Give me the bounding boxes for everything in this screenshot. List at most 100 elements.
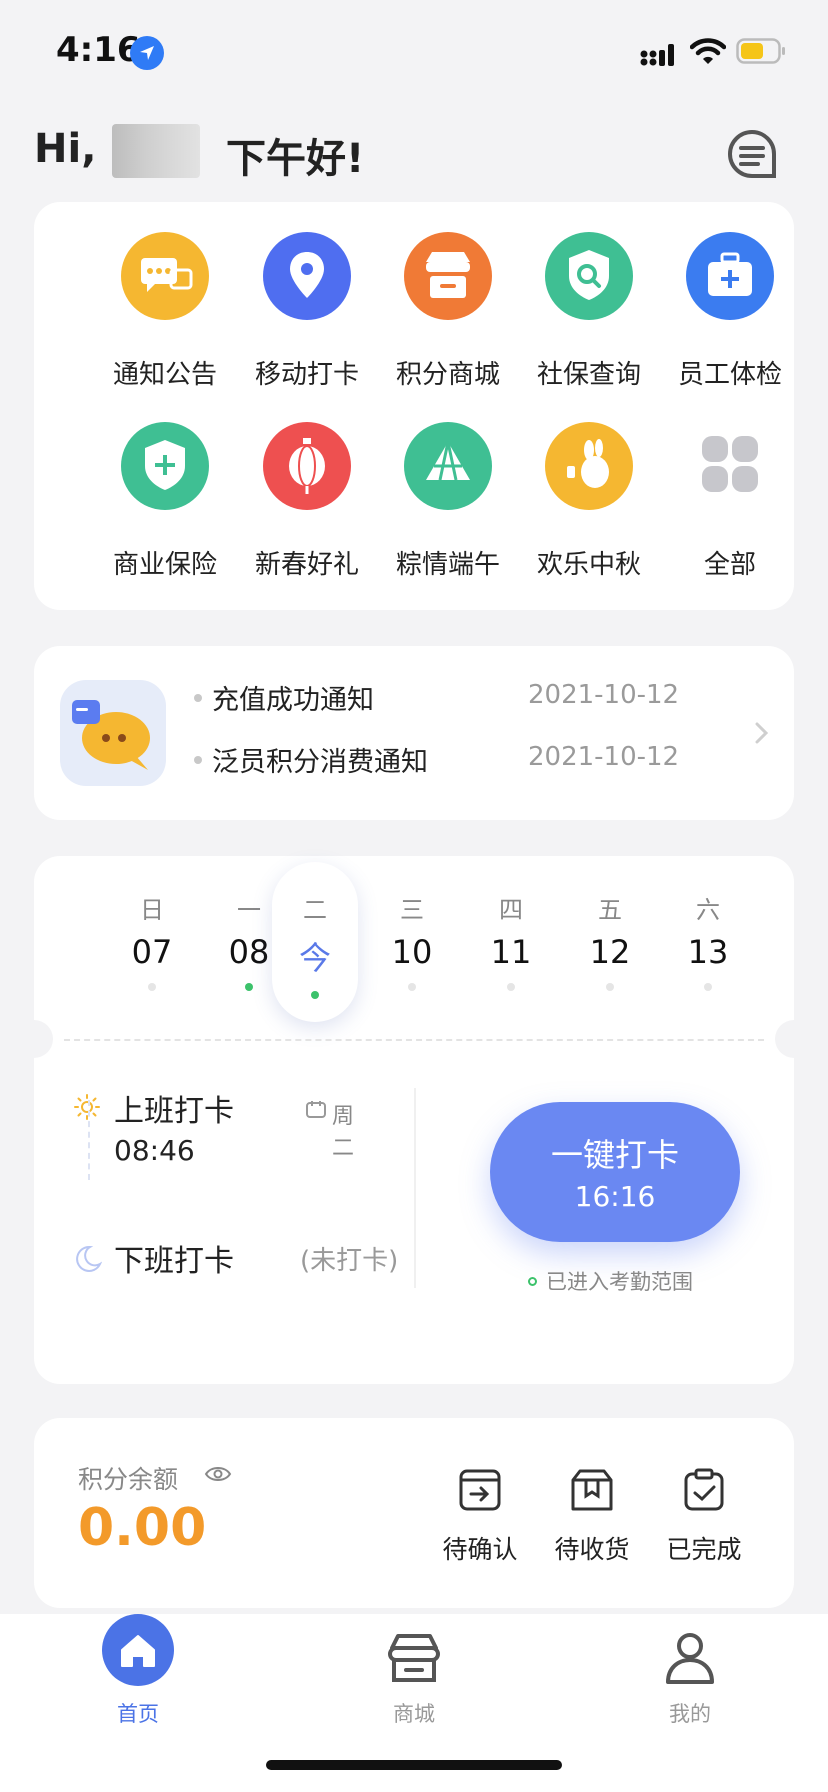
rabbit-icon bbox=[545, 422, 633, 510]
day-number: 13 bbox=[687, 933, 729, 971]
completed-icon bbox=[684, 1468, 724, 1511]
order-label: 待收货 bbox=[554, 1535, 630, 1564]
battery-icon bbox=[736, 38, 785, 64]
day-number: 12 bbox=[589, 933, 631, 971]
medical-kit-icon bbox=[686, 232, 774, 320]
day-tue-today[interactable]: 二 今 bbox=[272, 862, 358, 1022]
service-label: 全部 bbox=[703, 550, 756, 580]
shield-search-icon bbox=[545, 232, 633, 320]
service-label: 移动打卡 bbox=[254, 360, 359, 390]
status-dot bbox=[704, 983, 712, 991]
service-social-security[interactable]: 社保查询 bbox=[513, 232, 665, 402]
clock-in-record: 上班打卡 08:46 周二 bbox=[74, 1086, 374, 1186]
order-completed[interactable]: 已完成 bbox=[654, 1468, 754, 1578]
pending-confirm-icon bbox=[459, 1469, 501, 1511]
service-dragon-boat[interactable]: 粽情端午 bbox=[372, 422, 524, 592]
day-sat[interactable]: 六 13 bbox=[666, 880, 750, 1010]
clock-out-label: 下班打卡 bbox=[114, 1244, 234, 1279]
ticket-notch-right bbox=[775, 1020, 813, 1058]
service-points-mall[interactable]: 积分商城 bbox=[372, 232, 524, 402]
day-name: 五 bbox=[598, 896, 622, 924]
clock-out-status: (未打卡) bbox=[300, 1246, 399, 1276]
notice-title: 充值成功通知 bbox=[212, 685, 374, 716]
service-label: 新春好礼 bbox=[254, 550, 359, 580]
service-commercial-insurance[interactable]: 商业保险 bbox=[89, 422, 241, 592]
order-label: 待确认 bbox=[442, 1535, 518, 1564]
service-all[interactable]: 全部 bbox=[654, 422, 806, 592]
service-label: 员工体检 bbox=[677, 360, 782, 390]
notice-item[interactable]: 泛员积分消费通知 2021-10-12 bbox=[194, 740, 714, 780]
clock-in-time: 08:46 bbox=[114, 1134, 195, 1167]
chat-bubbles-icon bbox=[121, 232, 209, 320]
tab-label: 我的 bbox=[669, 1702, 711, 1726]
punch-time: 16:16 bbox=[574, 1180, 656, 1213]
ticket-notch-left bbox=[15, 1020, 53, 1058]
day-sun[interactable]: 日 07 bbox=[110, 880, 194, 1010]
sun-icon bbox=[74, 1094, 100, 1120]
status-dot bbox=[606, 983, 614, 991]
greeting-header: Hi, 下午好! bbox=[34, 124, 794, 184]
tab-home[interactable]: 首页 bbox=[68, 1614, 208, 1726]
day-name: 四 bbox=[499, 896, 523, 924]
message-list-icon[interactable] bbox=[726, 128, 778, 180]
notice-date: 2021-10-12 bbox=[528, 680, 680, 710]
location-pin-icon bbox=[263, 232, 351, 320]
bullet-dot bbox=[194, 756, 202, 764]
attendance-card: 日 07 一 08 二 今 三 10 四 11 五 12 六 13 上班打卡 0… bbox=[15, 856, 813, 1384]
one-tap-punch-button[interactable]: 一键打卡 16:16 bbox=[490, 1102, 740, 1242]
day-number: 今 bbox=[298, 939, 331, 977]
signal-icon bbox=[640, 44, 674, 66]
service-notice[interactable]: 通知公告 bbox=[89, 232, 241, 402]
service-spring-gift[interactable]: 新春好礼 bbox=[231, 422, 383, 592]
day-number: 10 bbox=[391, 933, 433, 971]
home-icon bbox=[102, 1614, 174, 1686]
chevron-right-icon[interactable] bbox=[752, 718, 772, 748]
store-icon bbox=[388, 1634, 440, 1682]
clock-out-record: 下班打卡 (未打卡) bbox=[74, 1236, 404, 1286]
day-thu[interactable]: 四 11 bbox=[469, 880, 553, 1010]
order-pending-receive[interactable]: 待收货 bbox=[542, 1468, 642, 1578]
notice-card[interactable]: 充值成功通知 2021-10-12 泛员积分消费通知 2021-10-12 bbox=[34, 646, 794, 820]
tab-mine[interactable]: 我的 bbox=[620, 1614, 760, 1726]
day-fri[interactable]: 五 12 bbox=[568, 880, 652, 1010]
service-label: 积分商城 bbox=[395, 360, 500, 390]
app-screen: 4:16 Hi, 下午好! 通知公告 移动打卡 积分商城 社保查询 员工体检 商… bbox=[0, 0, 828, 1792]
notice-title: 泛员积分消费通知 bbox=[212, 747, 428, 778]
service-mobile-checkin[interactable]: 移动打卡 bbox=[231, 232, 383, 402]
notice-date: 2021-10-12 bbox=[528, 742, 680, 772]
service-mid-autumn[interactable]: 欢乐中秋 bbox=[513, 422, 665, 592]
calendar-icon bbox=[306, 1101, 326, 1118]
location-arrow-icon bbox=[130, 36, 164, 70]
status-bar: 4:16 bbox=[0, 0, 828, 100]
moon-icon bbox=[76, 1245, 102, 1272]
pending-receive-icon bbox=[571, 1469, 613, 1511]
shield-plus-icon bbox=[121, 422, 209, 510]
eye-icon[interactable] bbox=[204, 1464, 232, 1484]
notice-chat-icon bbox=[60, 680, 166, 786]
bullet-dot bbox=[194, 694, 202, 702]
status-time: 4:16 bbox=[56, 30, 141, 70]
lantern-icon bbox=[263, 422, 351, 510]
status-dot bbox=[311, 991, 319, 999]
day-wed[interactable]: 三 10 bbox=[370, 880, 454, 1010]
service-health-check[interactable]: 员工体检 bbox=[654, 232, 806, 402]
range-text: 已进入考勤范围 bbox=[546, 1270, 693, 1294]
greeting-hi: Hi, bbox=[34, 126, 97, 172]
status-dot bbox=[408, 983, 416, 991]
day-name: 三 bbox=[400, 896, 424, 924]
day-number: 07 bbox=[131, 933, 173, 971]
order-label: 已完成 bbox=[666, 1535, 742, 1564]
punch-label: 一键打卡 bbox=[550, 1136, 679, 1174]
user-icon bbox=[666, 1633, 714, 1684]
service-grid: 通知公告 移动打卡 积分商城 社保查询 员工体检 商业保险 新春好礼 粽情端午 … bbox=[34, 202, 794, 610]
service-label: 商业保险 bbox=[112, 550, 217, 580]
weekday-label: 周二 bbox=[332, 1104, 355, 1161]
status-dot bbox=[245, 983, 253, 991]
wifi-icon bbox=[690, 38, 726, 64]
points-balance-label: 积分余额 bbox=[78, 1465, 179, 1494]
day-name: 二 bbox=[303, 896, 327, 924]
day-number: 11 bbox=[490, 933, 532, 971]
notice-item[interactable]: 充值成功通知 2021-10-12 bbox=[194, 678, 714, 718]
order-pending-confirm[interactable]: 待确认 bbox=[430, 1468, 530, 1578]
tab-mall[interactable]: 商城 bbox=[344, 1614, 484, 1726]
